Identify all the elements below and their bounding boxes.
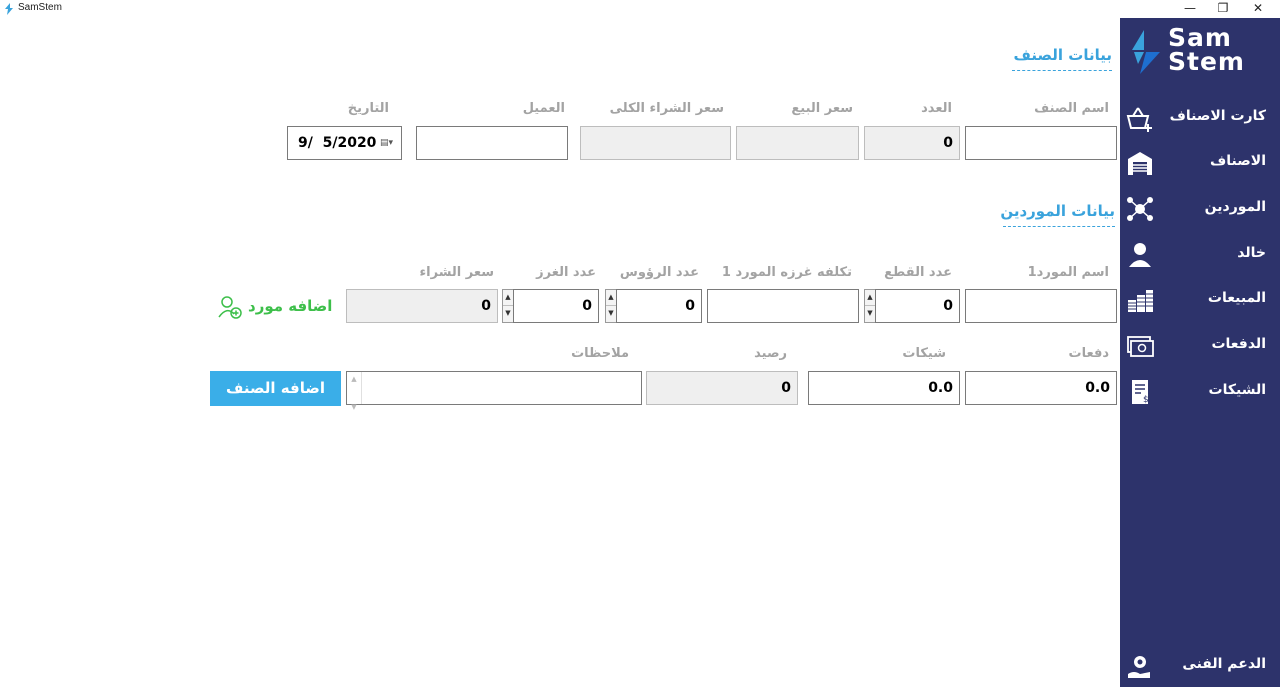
payments-input[interactable]: 0.0 — [965, 371, 1117, 405]
calendar-dropdown-icon[interactable]: ▤▾ — [380, 127, 393, 159]
sidebar-item-suppliers[interactable]: الموردين — [1120, 191, 1280, 231]
support-gear-hand-icon — [1128, 656, 1150, 678]
total-purchase-field — [580, 126, 731, 160]
app-logo-icon — [5, 3, 13, 15]
close-button[interactable]: ✕ — [1241, 0, 1275, 18]
item-count-label: العدد — [921, 101, 952, 116]
sidebar-item-checks[interactable]: $ الشيكات — [1120, 374, 1280, 414]
sidebar-item-label: الاصناف — [1210, 153, 1266, 169]
network-icon — [1127, 197, 1153, 221]
supplier-section-title: بيانات الموردين — [1000, 202, 1115, 220]
sale-price-label: سعر البيع — [791, 101, 853, 116]
coins-icon — [1128, 290, 1153, 312]
spin-up-icon[interactable]: ▲ — [865, 290, 875, 306]
item-section-underline — [1012, 70, 1112, 71]
minimize-button[interactable]: — — [1173, 0, 1207, 18]
spin-down-icon[interactable]: ▼ — [606, 306, 616, 321]
balance-field: 0 — [646, 371, 798, 405]
sidebar-item-payments[interactable]: الدفعات — [1120, 328, 1280, 368]
sidebar-item-label: الشيكات — [1208, 382, 1266, 398]
customer-input[interactable] — [416, 126, 568, 160]
pieces-label: عدد القطع — [884, 265, 952, 280]
sidebar-item-sales[interactable]: المبيعات — [1120, 282, 1280, 322]
sidebar-item-label: الدفعات — [1211, 336, 1266, 352]
payments-label: دفعات — [1068, 346, 1109, 361]
warehouse-icon — [1128, 152, 1152, 175]
sidebar-item-label: كارت الاصناف — [1169, 108, 1266, 124]
stitch-cost-label: تكلفه غرزه المورد 1 — [721, 265, 852, 280]
stitch-cost-input[interactable] — [707, 289, 859, 323]
svg-text:$: $ — [1143, 395, 1149, 405]
window-title: SamStem — [18, 2, 62, 13]
date-label: التاريخ — [347, 101, 389, 116]
sidebar-item-items[interactable]: الاصناف — [1120, 145, 1280, 185]
brand-line2: Stem — [1168, 47, 1245, 76]
item-name-label: اسم الصنف — [1034, 101, 1109, 116]
sidebar-item-label: المبيعات — [1207, 290, 1266, 306]
sidebar: Sam Stem كارت الاصناف الاصناف الموردين خ… — [1120, 18, 1280, 687]
balance-label: رصيد — [754, 346, 787, 361]
sidebar-item-user[interactable]: خالد — [1120, 237, 1280, 277]
spin-up-icon[interactable]: ▲ — [503, 290, 513, 306]
supplier-name-label: اسم المورد1 — [1027, 265, 1109, 280]
brand-logo: Sam Stem — [1128, 25, 1278, 78]
spin-down-icon[interactable]: ▼ — [503, 306, 513, 321]
spin-up-icon[interactable]: ▲ — [606, 290, 616, 306]
heads-label: عدد الرؤوس — [619, 265, 699, 280]
customer-label: العميل — [522, 101, 565, 116]
add-supplier-button[interactable]: اضافه مورد — [248, 297, 332, 315]
sidebar-item-label: الموردين — [1204, 199, 1266, 215]
checks-label: شيكات — [902, 346, 946, 361]
add-item-button[interactable]: اضافه الصنف — [210, 371, 341, 406]
restore-button[interactable]: ❐ — [1206, 0, 1240, 18]
date-value: 9/ 5/2020 — [298, 135, 377, 151]
item-name-input[interactable] — [965, 126, 1117, 160]
item-count-field: 0 — [864, 126, 960, 160]
stitches-label: عدد الغرز — [536, 265, 596, 280]
title-bar: SamStem — ❐ ✕ — [0, 0, 1280, 18]
sale-price-field — [736, 126, 859, 160]
sidebar-item-support[interactable]: الدعم الفنى — [1120, 648, 1280, 688]
supplier-section-underline — [1003, 226, 1115, 227]
sidebar-item-items-card[interactable]: كارت الاصناف — [1120, 100, 1280, 140]
basket-add-icon — [1126, 107, 1152, 132]
purchase-price-field: 0 — [346, 289, 498, 323]
notes-label: ملاحظات — [571, 346, 629, 361]
pieces-stepper[interactable]: 0 — [875, 289, 960, 323]
check-document-icon: $ — [1132, 380, 1149, 405]
notes-scrollbar[interactable]: ▲ ▼ — [347, 372, 362, 411]
heads-stepper[interactable]: 0 — [616, 289, 702, 323]
date-picker[interactable]: 9/ 5/2020 ▤▾ — [287, 126, 402, 160]
item-section-title: بيانات الصنف — [1013, 46, 1113, 64]
spin-down-icon[interactable]: ▼ — [865, 306, 875, 321]
supplier-name-input[interactable] — [965, 289, 1117, 323]
money-icon — [1127, 336, 1154, 357]
checks-input[interactable]: 0.0 — [808, 371, 960, 405]
sidebar-item-label: خالد — [1237, 245, 1266, 261]
purchase-price-label: سعر الشراء — [419, 265, 495, 280]
stitches-stepper[interactable]: 0 — [513, 289, 599, 323]
add-user-icon[interactable] — [217, 294, 243, 320]
user-icon — [1129, 243, 1151, 267]
notes-textarea[interactable] — [346, 371, 642, 405]
total-purchase-label: سعر الشراء الكلى — [609, 101, 724, 116]
brand-bolt-icon — [1132, 30, 1160, 74]
sidebar-item-label: الدعم الفنى — [1182, 656, 1266, 672]
